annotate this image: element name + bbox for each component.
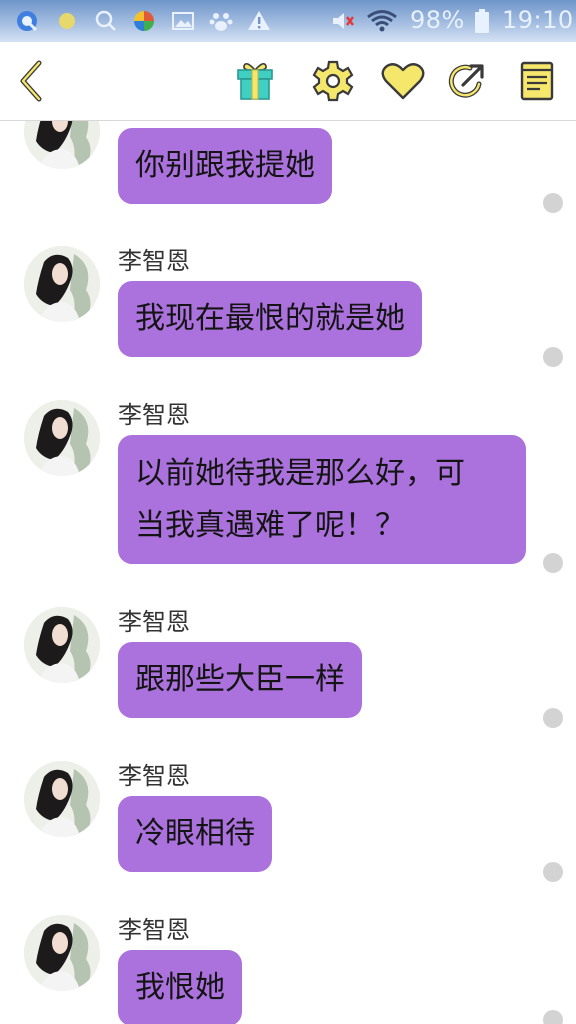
message-bubble[interactable]: 冷眼相待 [118,796,272,872]
battery-icon [475,9,489,33]
avatar-icon [24,607,100,683]
dot-icon [59,13,75,29]
status-dot [543,1010,563,1024]
back-icon [20,60,42,102]
sender-name: 李智恩 [118,401,190,429]
message-text: 冷眼相待 [135,816,255,851]
avatar-icon [24,400,100,476]
sender-name: 李智恩 [118,762,190,790]
status-dot [543,708,563,728]
sender-name: 李智恩 [118,608,190,636]
share-button[interactable] [442,56,492,106]
avatar[interactable] [24,121,100,169]
avatar[interactable] [24,246,100,322]
search-icon [95,10,116,31]
warning-icon [248,11,270,30]
clock: 19:10 [502,6,574,34]
mute-icon [333,13,354,29]
notes-icon [520,61,554,101]
status-dot [543,193,563,213]
status-dot [543,553,563,573]
heart-icon [381,63,425,100]
message-bubble[interactable]: 以前她待我是那么好，可 当我真遇难了呢！？ [118,435,526,564]
message-bubble[interactable]: 我恨她 [118,950,242,1024]
settings-icon [312,60,354,102]
gallery-icon [172,12,194,30]
wifi-icon [367,10,397,32]
status-dot [543,862,563,882]
chat-toolbar [0,42,576,121]
back-button[interactable] [6,56,56,106]
avatar-icon [24,915,100,991]
gift-icon [237,62,273,100]
photos-icon [134,11,154,31]
notes-button[interactable] [512,56,562,106]
avatar[interactable] [24,761,100,837]
avatar[interactable] [24,915,100,991]
status-bar: 98% 19:10 [0,0,576,42]
message-bubble[interactable]: 你别跟我提她 [118,128,332,204]
message-text: 跟那些大臣一样 [135,662,345,697]
favorite-button[interactable] [378,56,428,106]
paw-icon [209,13,233,31]
sender-name: 李智恩 [118,247,190,275]
message-text: 我恨她 [135,970,225,1005]
avatar-icon [24,761,100,837]
avatar-icon [24,246,100,322]
avatar[interactable] [24,607,100,683]
sender-name: 李智恩 [118,916,190,944]
status-dot [543,347,563,367]
message-text-line-1: 以前她待我是那么好，可 [135,455,465,491]
battery-percent: 98% [410,6,465,34]
message-text: 你别跟我提她 [135,148,315,183]
chat-message-list[interactable]: 你别跟我提她 李智恩 我现在最恨的就是她 李智恩 以前她待我是那么好，可 当我真… [0,121,576,1024]
message-bubble[interactable]: 跟那些大臣一样 [118,642,362,718]
message-text: 我现在最恨的就是她 [135,301,405,336]
settings-button[interactable] [308,56,358,106]
share-icon [448,64,484,98]
gift-button[interactable] [230,56,280,106]
avatar[interactable] [24,400,100,476]
avatar-icon [24,121,100,169]
message-bubble[interactable]: 我现在最恨的就是她 [118,281,422,357]
browser-icon [17,11,38,32]
message-text-line-2: 当我真遇难了呢！？ [135,507,405,543]
